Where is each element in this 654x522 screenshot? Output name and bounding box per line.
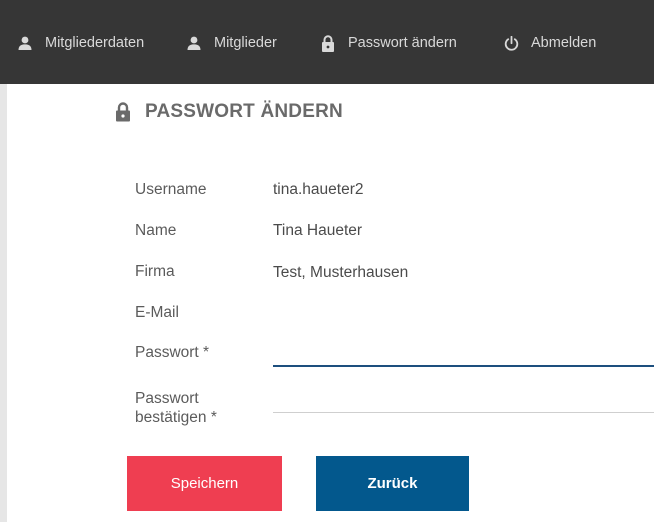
password-confirm-label-line1: Passwort [135, 390, 199, 407]
username-value: tina.haueter2 [273, 181, 364, 198]
save-button[interactable]: Speichern [127, 456, 282, 511]
nav-item-mitgliederdaten[interactable]: Mitgliederdaten [17, 31, 144, 55]
password-confirm-input[interactable] [273, 388, 654, 413]
nav-item-abmelden[interactable]: Abmelden [503, 31, 596, 55]
lock-icon [320, 34, 336, 52]
nav-item-label: Abmelden [531, 35, 597, 51]
person-icon [186, 34, 202, 52]
password-label: Passwort * [135, 344, 210, 361]
person-icon [17, 34, 33, 52]
page-title-text: PASSWORT ÄNDERN [145, 101, 343, 122]
page-title: PASSWORT ÄNDERN [115, 98, 343, 126]
name-value: Tina Haueter [273, 222, 363, 239]
nav-item-label: Passwort ändern [348, 35, 457, 51]
firma-value: Test, Musterhausen [273, 264, 409, 281]
nav-item-label: Mitgliederdaten [45, 35, 145, 51]
nav-item-passwort-aendern[interactable]: Passwort ändern [320, 31, 457, 55]
left-scroll-edge [0, 84, 7, 522]
nav-item-mitglieder[interactable]: Mitglieder [186, 31, 277, 55]
username-label: Username [135, 181, 207, 198]
email-label: E-Mail [135, 304, 179, 321]
password-input[interactable] [273, 341, 654, 367]
password-confirm-label-line2: bestätigen * [135, 409, 217, 426]
name-label: Name [135, 222, 177, 239]
back-button[interactable]: Zurück [316, 456, 469, 511]
nav-item-label: Mitglieder [214, 35, 277, 51]
firma-label: Firma [135, 263, 175, 280]
power-icon [503, 34, 519, 52]
password-confirm-label: Passwort bestätigen * [135, 389, 217, 427]
top-navigation-bar: Mitgliederdaten Mitglieder Passwort ände… [0, 0, 654, 84]
lock-icon [115, 102, 131, 122]
